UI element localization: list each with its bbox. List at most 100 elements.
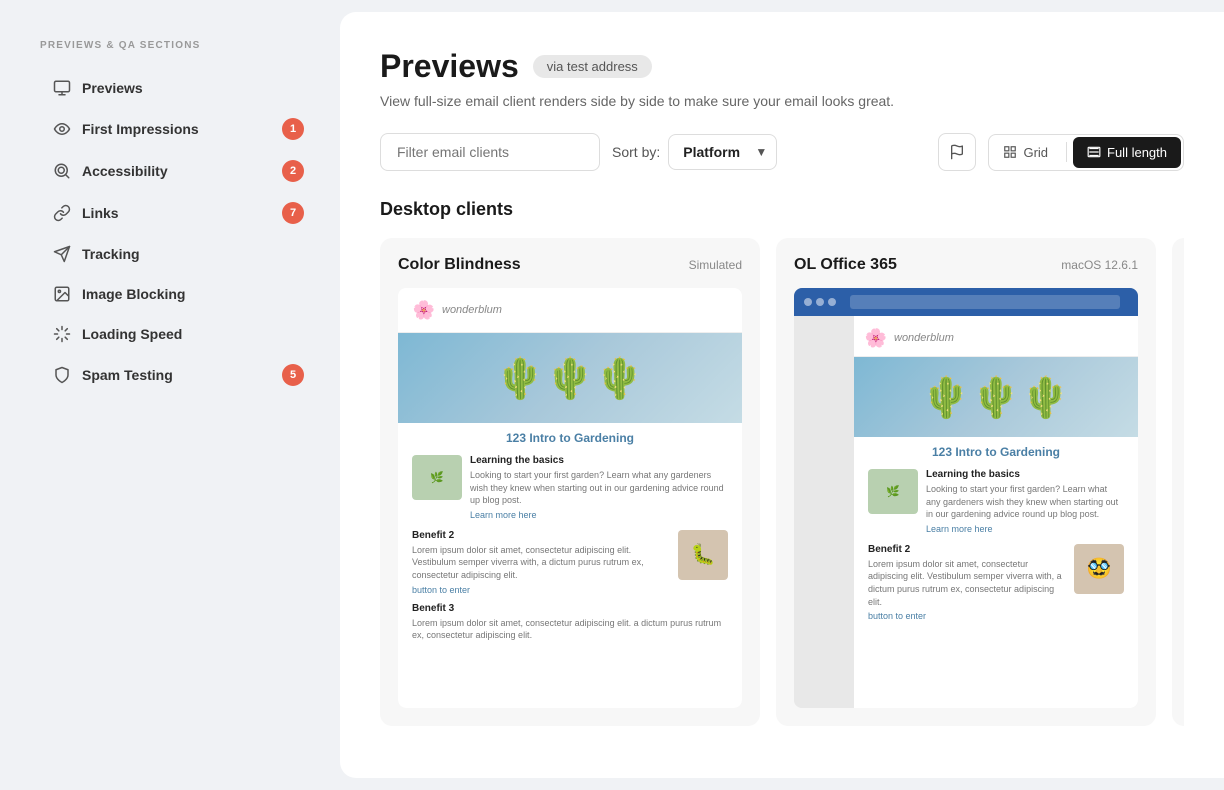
sort-label: Sort by: [612, 144, 660, 160]
card-ol-office-365-header: OL Office 365 macOS 12.6.1 [794, 256, 1138, 274]
grid-view-button[interactable]: Grid [989, 137, 1062, 168]
links-badge: 7 [282, 202, 304, 224]
logo-text: wonderblum [442, 304, 502, 316]
card-color-blindness: Color Blindness Simulated 🌸 wonderblum 🌵… [380, 238, 760, 726]
section1-title: Learning the basics [470, 455, 728, 466]
card-ol-office-365-preview[interactable]: 🌸 wonderblum 🌵🌵🌵 123 Intro to Gardening … [794, 288, 1138, 708]
benefit3-title: Benefit 3 [412, 603, 728, 614]
image-icon [52, 284, 72, 304]
page-header: Previews via test address [380, 48, 1184, 85]
email-title: 123 Intro to Gardening [398, 423, 742, 449]
browser-main: 🌸 wonderblum 🌵🌵🌵 123 Intro to Gardening … [854, 316, 1138, 708]
section1-link: Learn more here [470, 510, 728, 520]
browser-dot-2 [816, 298, 824, 306]
sidebar-item-first-impressions[interactable]: First Impressions 1 [40, 109, 316, 149]
first-impressions-badge: 1 [282, 118, 304, 140]
full-length-label: Full length [1107, 145, 1167, 160]
ol-benefit2-section: Benefit 2 Lorem ipsum dolor sit amet, co… [854, 540, 1138, 625]
email-preview-color-blindness: 🌸 wonderblum 🌵🌵🌵 123 Intro to Gardening … [398, 288, 742, 708]
link-icon [52, 203, 72, 223]
spam-testing-badge: 5 [282, 364, 304, 386]
card-color-blindness-title: Color Blindness [398, 256, 521, 274]
card-color-blindness-badge: Simulated [689, 258, 742, 272]
grid-label: Grid [1023, 145, 1048, 160]
card-color-blindness-header: Color Blindness Simulated [398, 256, 742, 274]
sort-wrapper: Platform Name Status ▼ [668, 134, 777, 170]
sidebar-item-accessibility[interactable]: Accessibility 2 [40, 151, 316, 191]
ol-section1-thumb: 🌿 [868, 469, 918, 514]
sidebar-item-links[interactable]: Links 7 [40, 193, 316, 233]
sidebar-item-image-blocking[interactable]: Image Blocking [40, 275, 316, 313]
ol-email-title: 123 Intro to Gardening [854, 437, 1138, 463]
section1-thumb: 🌿 [412, 455, 462, 500]
benefit3-section: Benefit 3 Lorem ipsum dolor sit amet, co… [398, 599, 742, 646]
browser-address-bar [850, 295, 1120, 309]
sidebar-item-image-blocking-label: Image Blocking [82, 286, 304, 302]
sidebar-item-links-label: Links [82, 205, 272, 221]
card-ol-office-365: OL Office 365 macOS 12.6.1 [776, 238, 1156, 726]
shield-icon [52, 365, 72, 385]
browser-dots [804, 298, 836, 306]
sidebar-item-loading-speed-label: Loading Speed [82, 326, 304, 342]
page-title: Previews [380, 48, 519, 85]
browser-dot-3 [828, 298, 836, 306]
sort-container: Sort by: Platform Name Status ▼ [612, 134, 777, 170]
card-outlook: Outlo [1172, 238, 1184, 726]
benefit2-image: 🐛 [678, 530, 728, 580]
benefit3-body: Lorem ipsum dolor sit amet, consectetur … [412, 617, 728, 642]
full-length-view-button[interactable]: Full length [1073, 137, 1181, 168]
sidebar-item-tracking[interactable]: Tracking [40, 235, 316, 273]
monitor-icon [52, 78, 72, 98]
ol-benefit2-image: 🥸 [1074, 544, 1124, 594]
ol-hero-image: 🌵🌵🌵 [854, 357, 1138, 437]
ol-section1-body: Looking to start your first garden? Lear… [926, 483, 1124, 521]
card-color-blindness-preview[interactable]: 🌸 wonderblum 🌵🌵🌵 123 Intro to Gardening … [398, 288, 742, 708]
sidebar-item-first-impressions-label: First Impressions [82, 121, 272, 137]
view-toggle: Grid Full length [988, 134, 1184, 171]
sidebar-item-loading-speed[interactable]: Loading Speed [40, 315, 316, 353]
sidebar: PREVIEWS & QA SECTIONS Previews First Im… [0, 0, 340, 790]
benefit2-body: Lorem ipsum dolor sit amet, consectetur … [412, 544, 672, 582]
section-title: Desktop clients [380, 199, 1184, 220]
section1-body: Looking to start your first garden? Lear… [470, 469, 728, 507]
via-badge: via test address [533, 55, 652, 78]
browser-sidebar [794, 316, 854, 708]
sidebar-item-tracking-label: Tracking [82, 246, 304, 262]
spinner-icon [52, 324, 72, 344]
browser-dot-1 [804, 298, 812, 306]
page-subtitle: View full-size email client renders side… [380, 93, 1184, 109]
email-section1: 🌿 Learning the basics Looking to start y… [398, 449, 742, 526]
benefit2-link: button to enter [412, 585, 672, 595]
cards-row: Color Blindness Simulated 🌸 wonderblum 🌵… [380, 238, 1184, 726]
benefit2-title: Benefit 2 [412, 530, 672, 541]
sidebar-section-label: PREVIEWS & QA SECTIONS [40, 40, 316, 51]
ol-benefit2-title: Benefit 2 [868, 544, 1068, 555]
ol-logo-flower-icon: 🌸 [864, 326, 888, 350]
benefit2-section: Benefit 2 Lorem ipsum dolor sit amet, co… [398, 526, 742, 599]
ol-section1-link: Learn more here [926, 524, 1124, 534]
logo-flower-icon: 🌸 [412, 298, 436, 322]
card-ol-office-365-title: OL Office 365 [794, 256, 897, 274]
sidebar-item-spam-testing[interactable]: Spam Testing 5 [40, 355, 316, 395]
sidebar-item-previews[interactable]: Previews [40, 69, 316, 107]
card-ol-office-365-badge: macOS 12.6.1 [1061, 258, 1138, 272]
main-panel: Previews via test address View full-size… [340, 12, 1224, 778]
search-circle-icon [52, 161, 72, 181]
eye-icon [52, 119, 72, 139]
sidebar-item-spam-testing-label: Spam Testing [82, 367, 272, 383]
ol-logo-text: wonderblum [894, 332, 954, 344]
sidebar-item-previews-label: Previews [82, 80, 304, 96]
browser-content: 🌸 wonderblum 🌵🌵🌵 123 Intro to Gardening … [794, 316, 1138, 708]
sort-select[interactable]: Platform Name Status [668, 134, 777, 170]
ol-benefit2-body: Lorem ipsum dolor sit amet, consectetur … [868, 558, 1068, 608]
sidebar-item-accessibility-label: Accessibility [82, 163, 272, 179]
accessibility-badge: 2 [282, 160, 304, 182]
view-divider [1066, 142, 1067, 162]
filter-input[interactable] [380, 133, 600, 171]
ol-section1-title: Learning the basics [926, 469, 1124, 480]
ol-benefit2-link: button to enter [868, 611, 1068, 621]
send-icon [52, 244, 72, 264]
ol-email-section1: 🌿 Learning the basics Looking to start y… [854, 463, 1138, 540]
toolbar: Sort by: Platform Name Status ▼ [380, 133, 1184, 171]
flag-button[interactable] [938, 133, 976, 171]
